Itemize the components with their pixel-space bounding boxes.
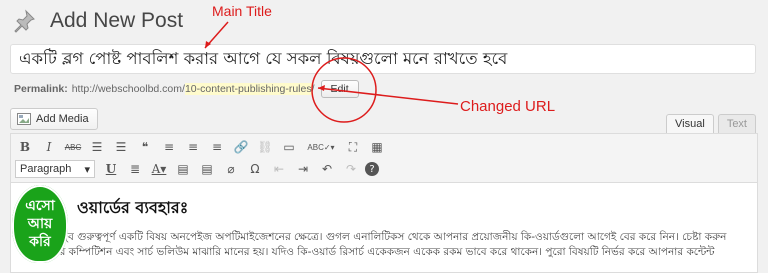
- toolbar-row-2: Paragraph ▾ U ≣ A▾ ▤ ▤ ⌀ Ω ⇤ ⇥ ↶ ↷ ?: [15, 158, 753, 180]
- post-title-input[interactable]: একটি ব্লগ পোষ্ট পাবলিশ করার আগে যে সকল ব…: [10, 44, 756, 74]
- unlink-button[interactable]: ⛓: [255, 137, 275, 157]
- content-paragraph: কি-ওয়ার্ড খুব গুরুত্বপূর্ণ একটি বিষয় অ…: [19, 231, 727, 243]
- content-heading: ওয়ার্ডের ব্যবহারঃ: [77, 198, 189, 217]
- annotation-changed-url: Changed URL: [460, 98, 556, 115]
- italic-button[interactable]: I: [39, 137, 59, 157]
- bullet-list-button[interactable]: ☰: [87, 137, 107, 157]
- toolbar-toggle-button[interactable]: ▦: [367, 137, 387, 157]
- permalink-suffix: /: [311, 83, 315, 95]
- blockquote-button[interactable]: ❝: [135, 137, 155, 157]
- bold-button[interactable]: B: [15, 137, 35, 157]
- special-character-button[interactable]: Ω: [245, 159, 265, 179]
- annotation-main-title: Main Title: [212, 3, 272, 19]
- paste-text-button[interactable]: ▤: [173, 159, 193, 179]
- editor-content[interactable]: ওয়ার্ডের ব্যবহারঃ কি-ওয়ার্ড খুব গুরুত্…: [11, 183, 757, 260]
- fullscreen-button[interactable]: ⛶: [343, 137, 363, 157]
- add-media-label: Add Media: [36, 113, 89, 125]
- pushpin-icon: [14, 9, 35, 33]
- editor-tabs: Visual Text: [662, 114, 756, 133]
- permalink-row: Permalink: http://webschoolbd.com/ 10-co…: [14, 80, 359, 98]
- numbered-list-button[interactable]: ☰: [111, 137, 131, 157]
- permalink-edit-button[interactable]: Edit: [320, 80, 359, 98]
- chevron-down-icon: ▾: [84, 163, 90, 176]
- redo-button[interactable]: ↷: [341, 159, 361, 179]
- add-media-button[interactable]: Add Media: [10, 108, 98, 130]
- read-more-button[interactable]: ▭: [279, 137, 299, 157]
- align-right-button[interactable]: ≡: [207, 137, 227, 157]
- page-header: Add New Post: [12, 5, 183, 37]
- text-color-button[interactable]: A▾: [149, 159, 169, 179]
- brand-badge: এসো আয় করি: [12, 185, 68, 263]
- media-icon: [17, 113, 31, 125]
- outdent-button[interactable]: ⇤: [269, 159, 289, 179]
- badge-line: করি: [29, 234, 51, 250]
- spellcheck-button[interactable]: ABC✓▾: [303, 137, 339, 157]
- underline-button[interactable]: U: [101, 159, 121, 179]
- toolbar-row-1: B I ABC ☰ ☰ ❝ ≡ ≡ ≡ 🔗 ⛓ ▭ ABC✓▾ ⛶ ▦: [15, 136, 753, 158]
- format-select-value: Paragraph: [20, 163, 72, 175]
- format-select[interactable]: Paragraph ▾: [15, 160, 95, 178]
- indent-button[interactable]: ⇥: [293, 159, 313, 179]
- post-editor: B I ABC ☰ ☰ ❝ ≡ ≡ ≡ 🔗 ⛓ ▭ ABC✓▾ ⛶ ▦ Para…: [10, 133, 758, 273]
- content-paragraph: যেন তাদের কম্পিটিশন এবং সার্চ ভলিউম মাঝা…: [19, 246, 715, 258]
- undo-button[interactable]: ↶: [317, 159, 337, 179]
- badge-line: আয়: [27, 216, 53, 232]
- editor-toolbar: B I ABC ☰ ☰ ❝ ≡ ≡ ≡ 🔗 ⛓ ▭ ABC✓▾ ⛶ ▦ Para…: [11, 134, 757, 183]
- align-left-button[interactable]: ≡: [159, 137, 179, 157]
- insert-link-button[interactable]: 🔗: [231, 137, 251, 157]
- clear-formatting-button[interactable]: ⌀: [221, 159, 241, 179]
- align-center-button[interactable]: ≡: [183, 137, 203, 157]
- strikethrough-button[interactable]: ABC: [63, 137, 83, 157]
- page-title: Add New Post: [50, 9, 184, 32]
- justify-button[interactable]: ≣: [125, 159, 145, 179]
- permalink-slug[interactable]: 10-content-publishing-rules: [184, 83, 312, 95]
- paste-word-button[interactable]: ▤: [197, 159, 217, 179]
- permalink-base-url: http://webschoolbd.com/: [71, 83, 185, 95]
- permalink-label: Permalink:: [14, 83, 68, 95]
- tab-text[interactable]: Text: [717, 114, 756, 133]
- badge-line: এসো: [25, 198, 55, 214]
- tab-visual[interactable]: Visual: [666, 114, 714, 133]
- help-button[interactable]: ?: [365, 162, 379, 176]
